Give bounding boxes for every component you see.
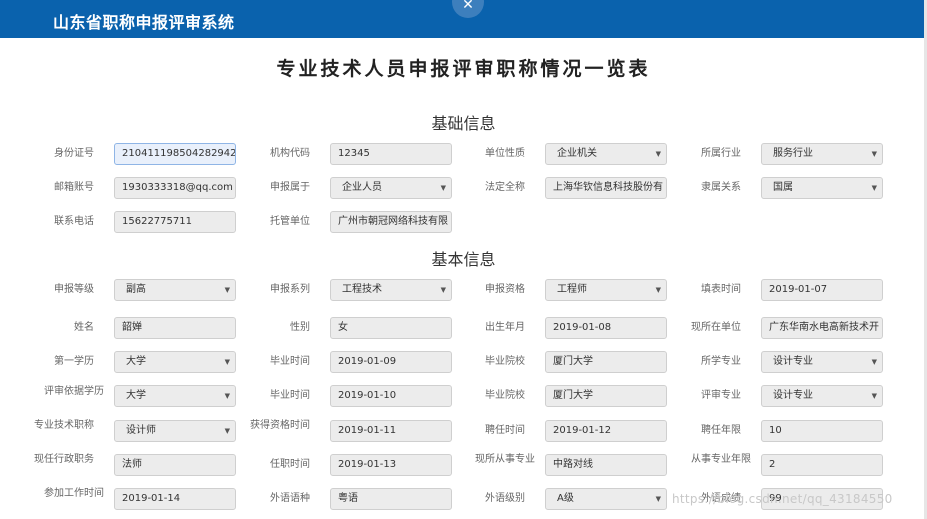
review-edu-label: 评审依据学历 — [44, 386, 104, 397]
custody-unit-label: 托管单位 — [270, 216, 310, 227]
apply-qual-value: 工程师 — [557, 284, 587, 295]
apply-series-value: 工程技术 — [342, 284, 382, 295]
fill-time-input[interactable]: 2019-01-07 — [761, 279, 883, 301]
industry-value: 服务行业 — [773, 148, 813, 159]
lang-level-value: A级 — [557, 493, 574, 504]
page-title: 专业技术人员申报评审职称情况一览表 — [276, 58, 651, 80]
affiliation-label: 隶属关系 — [701, 182, 741, 193]
review-edu-value: 大学 — [126, 390, 146, 401]
apply-level-label: 申报等级 — [54, 284, 94, 295]
hire-time-label: 聘任时间 — [485, 425, 525, 436]
major-years-input[interactable]: 2 — [761, 454, 883, 476]
major1-select[interactable]: 设计专业 ▼ — [761, 351, 883, 373]
first-edu-value: 大学 — [126, 356, 146, 367]
admin-post-label: 现任行政职务 — [34, 454, 94, 465]
industry-select[interactable]: 服务行业 ▼ — [761, 143, 883, 165]
affiliation-value: 国属 — [773, 182, 793, 193]
name-label: 姓名 — [74, 322, 94, 333]
school2-label: 毕业院校 — [485, 390, 525, 401]
lang-level-label: 外语级别 — [485, 493, 525, 504]
phone-label: 联系电话 — [54, 216, 94, 227]
major1-label: 所学专业 — [701, 356, 741, 367]
review-major-value: 设计专业 — [773, 390, 813, 401]
post-time-label: 任职时间 — [270, 459, 310, 470]
affiliation-select[interactable]: 国属 ▼ — [761, 177, 883, 199]
custody-unit-input[interactable]: 广州市朝冠网络科技有限 — [330, 211, 452, 233]
current-major-label: 现所从事专业 — [475, 454, 535, 465]
id-no-label: 身份证号 — [54, 148, 94, 159]
apply-belong-value: 企业人员 — [342, 182, 382, 193]
unit-nature-value: 企业机关 — [557, 148, 597, 159]
email-label: 邮箱账号 — [54, 182, 94, 193]
fill-time-label: 填表时间 — [701, 284, 741, 295]
hire-years-label: 聘任年限 — [701, 425, 741, 436]
hire-years-input[interactable]: 10 — [761, 420, 883, 442]
review-major-select[interactable]: 设计专业 ▼ — [761, 385, 883, 407]
major-years-label: 从事专业年限 — [691, 454, 751, 465]
tech-title-value: 设计师 — [126, 425, 156, 436]
language-label: 外语语种 — [270, 493, 310, 504]
apply-series-label: 申报系列 — [270, 284, 310, 295]
apply-belong-label: 申报属于 — [270, 182, 310, 193]
school1-label: 毕业院校 — [485, 356, 525, 367]
chevron-down-icon: ▼ — [871, 150, 877, 158]
grad-time2-label: 毕业时间 — [270, 390, 310, 401]
tech-title-label: 专业技术职称 — [34, 420, 94, 431]
chevron-down-icon: ▼ — [871, 392, 877, 400]
chevron-down-icon: ▼ — [871, 184, 877, 192]
section-title-basic-info: 基础信息 — [431, 114, 496, 133]
watermark-text: https://blog.csdn.net/qq_43184550 — [672, 492, 893, 506]
major1-value: 设计专业 — [773, 356, 813, 367]
legal-name-label: 法定全称 — [485, 182, 525, 193]
apply-level-value: 副高 — [126, 284, 146, 295]
current-unit-input[interactable]: 广东华南水电高新技术开 — [761, 317, 883, 339]
unit-nature-label: 单位性质 — [485, 148, 525, 159]
org-code-label: 机构代码 — [270, 148, 310, 159]
qual-time-label: 获得资格时间 — [250, 420, 310, 431]
gender-label: 性别 — [290, 322, 310, 333]
birth-label: 出生年月 — [485, 322, 525, 333]
grad-time1-label: 毕业时间 — [270, 356, 310, 367]
work-start-label: 参加工作时间 — [44, 488, 104, 499]
current-unit-label: 现所在单位 — [691, 322, 741, 333]
chevron-down-icon: ▼ — [871, 358, 877, 366]
review-major-label: 评审专业 — [701, 390, 741, 401]
section-title-personal-info: 基本信息 — [431, 250, 496, 269]
app-title: 山东省职称申报评审系统 — [53, 13, 235, 32]
first-edu-label: 第一学历 — [54, 356, 94, 367]
apply-qual-label: 申报资格 — [485, 284, 525, 295]
industry-label: 所属行业 — [701, 148, 741, 159]
